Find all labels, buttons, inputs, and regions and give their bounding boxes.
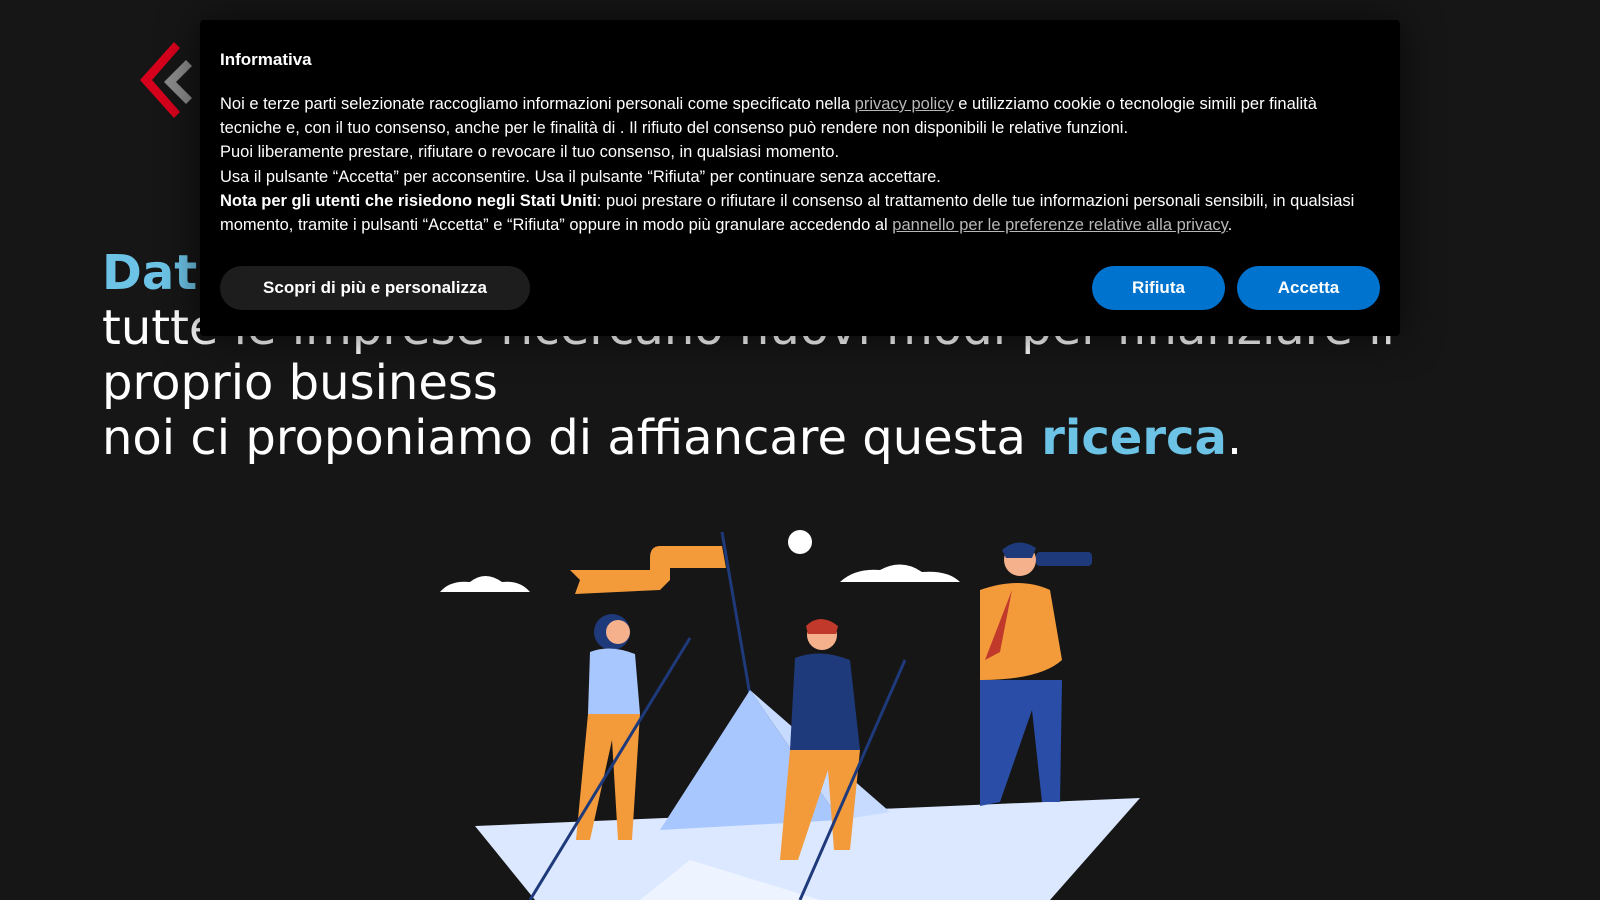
- cookie-dialog-body: Noi e terze parti selezionate raccogliam…: [220, 92, 1380, 237]
- cookie-button-row: Scopri di più e personalizza Rifiuta Acc…: [220, 266, 1380, 312]
- hero-line-3: noi ci proponiamo di affiancare questa r…: [102, 411, 1542, 466]
- cookie-p1-text-a: Noi e terze parti selezionate raccogliam…: [220, 95, 855, 113]
- privacy-preferences-link[interactable]: pannello per le preferenze relative alla…: [892, 216, 1227, 234]
- hero-line-3-suffix: .: [1226, 410, 1243, 466]
- hero-accent-word: ricerca: [1041, 410, 1227, 466]
- cookie-consent-dialog: Informativa Noi e terze parti selezionat…: [200, 20, 1400, 336]
- reject-button[interactable]: Rifiuta: [1092, 266, 1225, 310]
- us-users-note-label: Nota per gli utenti che risiedono negli …: [220, 191, 597, 210]
- cookie-paragraph-1: Noi e terze parti selezionate raccogliam…: [220, 92, 1380, 140]
- hero-line-3-prefix: noi ci proponiamo di affiancare questa: [102, 410, 1042, 466]
- cookie-paragraph-3: Usa il pulsante “Accetta” per acconsenti…: [220, 167, 941, 186]
- cookie-paragraph-4: Nota per gli utenti che risiedono negli …: [220, 189, 1380, 237]
- learn-more-customize-button[interactable]: Scopri di più e personalizza: [220, 266, 530, 310]
- cookie-dialog-title: Informativa: [220, 50, 312, 69]
- accept-button[interactable]: Accetta: [1237, 266, 1380, 310]
- cookie-paragraph-2: Puoi liberamente prestare, rifiutare o r…: [220, 143, 840, 162]
- cookie-p4-end: .: [1227, 216, 1233, 235]
- paper-boat-illustration: [440, 530, 1140, 900]
- hero-line-2: proprio business: [102, 355, 498, 411]
- privacy-policy-link[interactable]: privacy policy: [855, 95, 954, 113]
